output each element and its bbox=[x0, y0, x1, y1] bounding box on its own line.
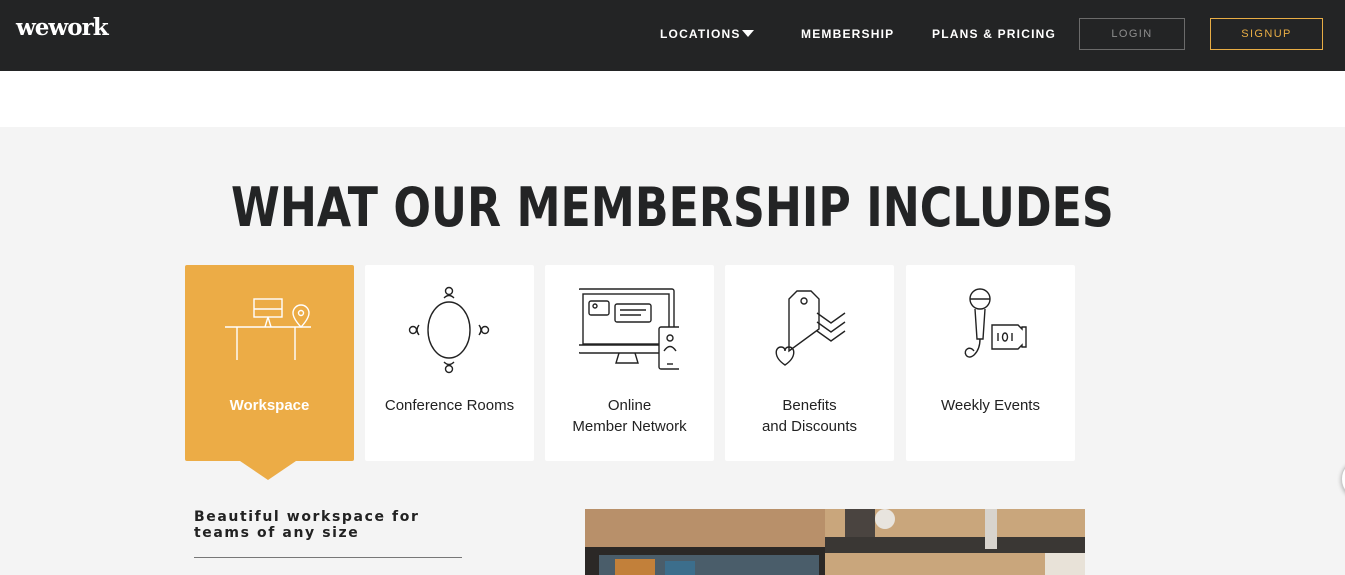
conference-table-icon bbox=[408, 286, 490, 374]
card-online-member-network[interactable]: Online Member Network bbox=[545, 265, 714, 461]
signup-button[interactable]: SIGNUP bbox=[1210, 18, 1323, 50]
card-conference-rooms[interactable]: Conference Rooms bbox=[365, 265, 534, 461]
chevron-down-icon[interactable] bbox=[742, 30, 754, 37]
card-online-member-network-label: Online Member Network bbox=[572, 397, 687, 435]
nav-plans-pricing[interactable]: PLANS & PRICING bbox=[932, 27, 1056, 41]
microphone-ticket-icon bbox=[964, 288, 1027, 358]
workspace-desk-icon bbox=[225, 298, 311, 360]
card-workspace[interactable]: Workspace bbox=[185, 265, 354, 461]
description-divider bbox=[194, 557, 462, 558]
top-nav-bar: wework LOCATIONS MEMBERSHIP PLANS & PRIC… bbox=[0, 0, 1345, 71]
card-weekly-events-label: Weekly Events bbox=[941, 397, 1040, 414]
office-ceiling-image bbox=[585, 509, 1085, 575]
card-benefits-discounts[interactable]: Benefits and Discounts bbox=[725, 265, 894, 461]
workspace-description: Beautiful workspace for teams of any siz… bbox=[194, 509, 420, 541]
nav-locations[interactable]: LOCATIONS bbox=[660, 27, 741, 41]
login-button[interactable]: LOGIN bbox=[1079, 18, 1185, 50]
card-workspace-label: Workspace bbox=[229, 397, 310, 414]
nav-membership[interactable]: MEMBERSHIP bbox=[801, 27, 894, 41]
wework-logo[interactable]: wework bbox=[16, 14, 109, 41]
benefits-tag-icon bbox=[775, 290, 846, 366]
workspace-photo bbox=[585, 509, 1085, 575]
card-weekly-events[interactable]: Weekly Events bbox=[906, 265, 1075, 461]
card-conference-rooms-label: Conference Rooms bbox=[384, 397, 515, 414]
card-benefits-discounts-label: Benefits and Discounts bbox=[761, 397, 858, 435]
section-title: WHAT OUR MEMBERSHIP INCLUDES bbox=[231, 176, 1114, 239]
active-card-pointer bbox=[240, 461, 296, 480]
member-network-icon bbox=[579, 288, 679, 370]
white-spacer-band bbox=[0, 71, 1345, 127]
